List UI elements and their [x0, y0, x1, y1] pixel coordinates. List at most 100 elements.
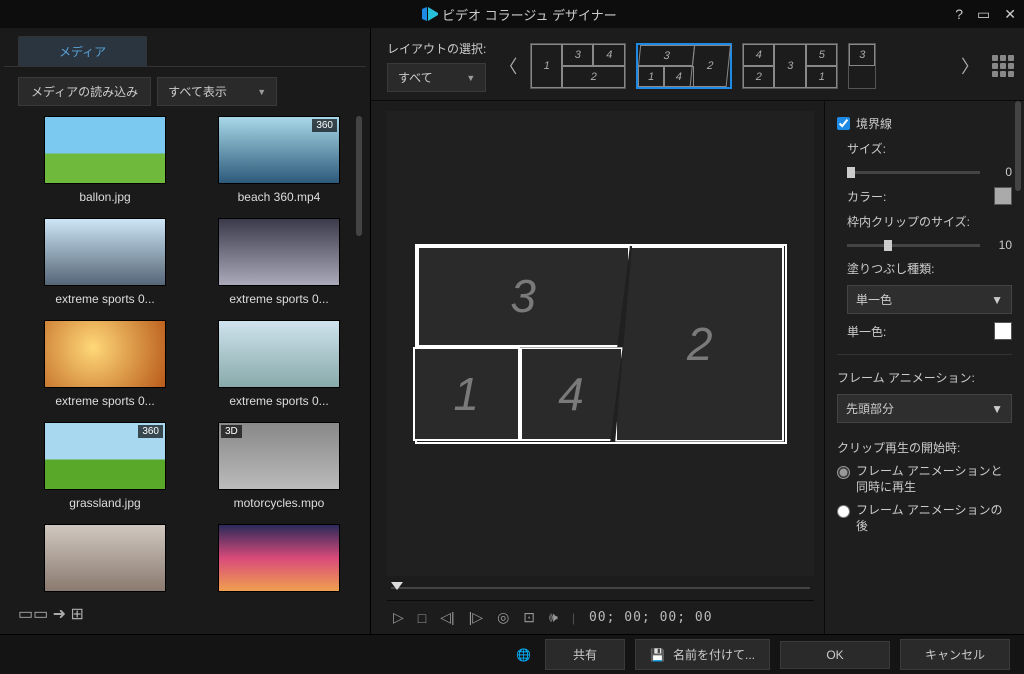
app-logo-icon: [422, 7, 438, 21]
inner-clip-slider[interactable]: [847, 244, 980, 247]
volume-icon[interactable]: 🕪: [549, 609, 558, 626]
clip-start-radio-with[interactable]: フレーム アニメーションと同時に再生: [837, 464, 1012, 495]
layout-option-4[interactable]: 3: [848, 43, 876, 89]
collage-cell-2[interactable]: 2: [615, 246, 784, 442]
layout-option-1[interactable]: 1 3 4 2: [530, 43, 626, 89]
border-checkbox[interactable]: 境界線: [837, 115, 1012, 132]
media-filename: grassland.jpg: [35, 496, 175, 510]
inner-clip-size-label: 枠内クリップのサイズ:: [837, 213, 1012, 230]
border-color-label: カラー:: [847, 188, 886, 205]
media-filename: beach 360.mp4: [209, 190, 349, 204]
app-title: ビデオ コラージュ デザイナー: [442, 5, 617, 24]
media-filename: extreme sports 0...: [209, 292, 349, 306]
props-scrollbar[interactable]: [1015, 101, 1023, 634]
fill-type-dropdown[interactable]: 単一色 ▼: [847, 285, 1012, 314]
snapshot-icon[interactable]: ◎: [497, 609, 509, 626]
layout-option-2[interactable]: 3 1 4 2: [636, 43, 732, 89]
media-item[interactable]: extreme sports 0...: [202, 320, 356, 418]
globe-icon[interactable]: 🌐: [516, 648, 531, 662]
size-slider[interactable]: [847, 171, 980, 174]
badge-360: 360: [312, 119, 337, 132]
properties-panel: 境界線 サイズ: 0 カラー: 枠内クリップのサイズ: 10: [824, 101, 1024, 634]
media-thumbnail[interactable]: [44, 320, 166, 388]
save-as-button[interactable]: 💾 名前を付けて...: [635, 639, 770, 670]
media-thumbnail[interactable]: 3D: [218, 422, 340, 490]
title-bar: ビデオ コラージュ デザイナー ? ▭ ✕: [0, 0, 1024, 28]
share-button[interactable]: 共有: [545, 639, 625, 670]
border-color-swatch[interactable]: [994, 187, 1012, 205]
badge-360: 360: [138, 425, 163, 438]
collage-cell-3[interactable]: 3: [417, 246, 630, 348]
aspect-icon[interactable]: ⊡: [523, 609, 535, 626]
media-item[interactable]: extreme sports 0...: [28, 218, 182, 316]
media-item[interactable]: ballon.jpg: [28, 116, 182, 214]
media-thumbnail[interactable]: 360: [44, 422, 166, 490]
size-value: 0: [988, 165, 1012, 179]
size-label: サイズ:: [837, 140, 1012, 157]
chevron-down-icon: ▼: [466, 73, 475, 83]
collage-cell-4[interactable]: 4: [520, 347, 623, 441]
inner-clip-value: 10: [988, 238, 1012, 252]
media-item[interactable]: extreme sports 0...: [28, 320, 182, 418]
chevron-down-icon: ▼: [991, 293, 1003, 307]
collage-canvas[interactable]: 3 1 4 2: [387, 111, 814, 576]
media-thumbnail[interactable]: [218, 524, 340, 592]
clip-start-label: クリップ再生の開始時:: [837, 439, 1012, 456]
chevron-down-icon: ▼: [257, 87, 266, 97]
footer-bar: 🌐 共有 💾 名前を付けて... OK キャンセル: [0, 634, 1024, 674]
layout-grid-view-icon[interactable]: [992, 55, 1014, 77]
single-color-label: 単一色:: [847, 323, 886, 340]
transport-bar: ▷ □ ◁| |▷ ◎ ⊡ 🕪 | 00; 00; 00; 00: [387, 600, 814, 634]
media-item[interactable]: 360 grassland.jpg: [28, 422, 182, 520]
storyboard-icon[interactable]: ▭▭ ➜ ⊞: [18, 606, 84, 623]
collage-cell-1[interactable]: 1: [413, 347, 520, 441]
layout-option-3[interactable]: 4 3 5 2 1: [742, 43, 838, 89]
stop-icon[interactable]: □: [418, 610, 426, 626]
media-thumbnail[interactable]: [44, 116, 166, 184]
media-item[interactable]: 3D motorcycles.mpo: [202, 422, 356, 520]
frame-animation-dropdown[interactable]: 先頭部分 ▼: [837, 394, 1012, 423]
save-icon: 💾: [650, 648, 665, 662]
single-color-swatch[interactable]: [994, 322, 1012, 340]
layout-filter-dropdown[interactable]: すべて ▼: [387, 63, 486, 92]
badge-3d: 3D: [221, 425, 242, 438]
chevron-down-icon: ▼: [991, 402, 1003, 416]
media-panel: メディア メディアの読み込み すべて表示 ▼ ballon.jpg 360 beac…: [0, 28, 370, 634]
import-media-button[interactable]: メディアの読み込み: [18, 77, 151, 106]
media-thumbnail[interactable]: 360: [218, 116, 340, 184]
tab-media[interactable]: メディア: [18, 36, 147, 66]
ok-button[interactable]: OK: [780, 641, 890, 669]
maximize-icon[interactable]: ▭: [977, 6, 990, 23]
media-item[interactable]: [28, 524, 182, 598]
collage-preview: 3 1 4 2: [415, 244, 787, 444]
help-icon[interactable]: ?: [955, 6, 963, 23]
prev-frame-icon[interactable]: ◁|: [440, 609, 454, 626]
layout-next-button[interactable]: 〉: [958, 46, 982, 86]
media-filename: extreme sports 0...: [35, 394, 175, 408]
media-filter-dropdown[interactable]: すべて表示 ▼: [157, 77, 277, 106]
media-thumbnail[interactable]: [218, 320, 340, 388]
media-item[interactable]: extreme sports 0...: [202, 218, 356, 316]
close-icon[interactable]: ✕: [1004, 6, 1016, 23]
media-filename: extreme sports 0...: [209, 394, 349, 408]
cancel-button[interactable]: キャンセル: [900, 639, 1010, 670]
media-thumbnail[interactable]: [218, 218, 340, 286]
media-thumbnail[interactable]: [44, 524, 166, 592]
layout-prev-button[interactable]: 〈: [496, 46, 520, 86]
play-icon[interactable]: ▷: [393, 609, 404, 626]
media-item[interactable]: [202, 524, 356, 598]
layout-selector-row: レイアウトの選択: すべて ▼ 〈 1 3 4 2 3 1 4 2: [371, 28, 1024, 101]
media-filename: motorcycles.mpo: [209, 496, 349, 510]
media-scrollbar[interactable]: [356, 116, 364, 598]
clip-start-radio-after[interactable]: フレーム アニメーションの後: [837, 503, 1012, 534]
timeline-scrubber[interactable]: [387, 576, 814, 600]
media-thumbnail[interactable]: [44, 218, 166, 286]
media-item[interactable]: 360 beach 360.mp4: [202, 116, 356, 214]
media-filename: extreme sports 0...: [35, 292, 175, 306]
media-filter-label: すべて表示: [168, 83, 227, 100]
layout-select-label: レイアウトの選択:: [387, 40, 486, 57]
next-frame-icon[interactable]: |▷: [469, 609, 483, 626]
timecode-display: 00; 00; 00; 00: [589, 610, 713, 625]
playhead-knob[interactable]: [391, 582, 403, 590]
media-filename: ballon.jpg: [35, 190, 175, 204]
